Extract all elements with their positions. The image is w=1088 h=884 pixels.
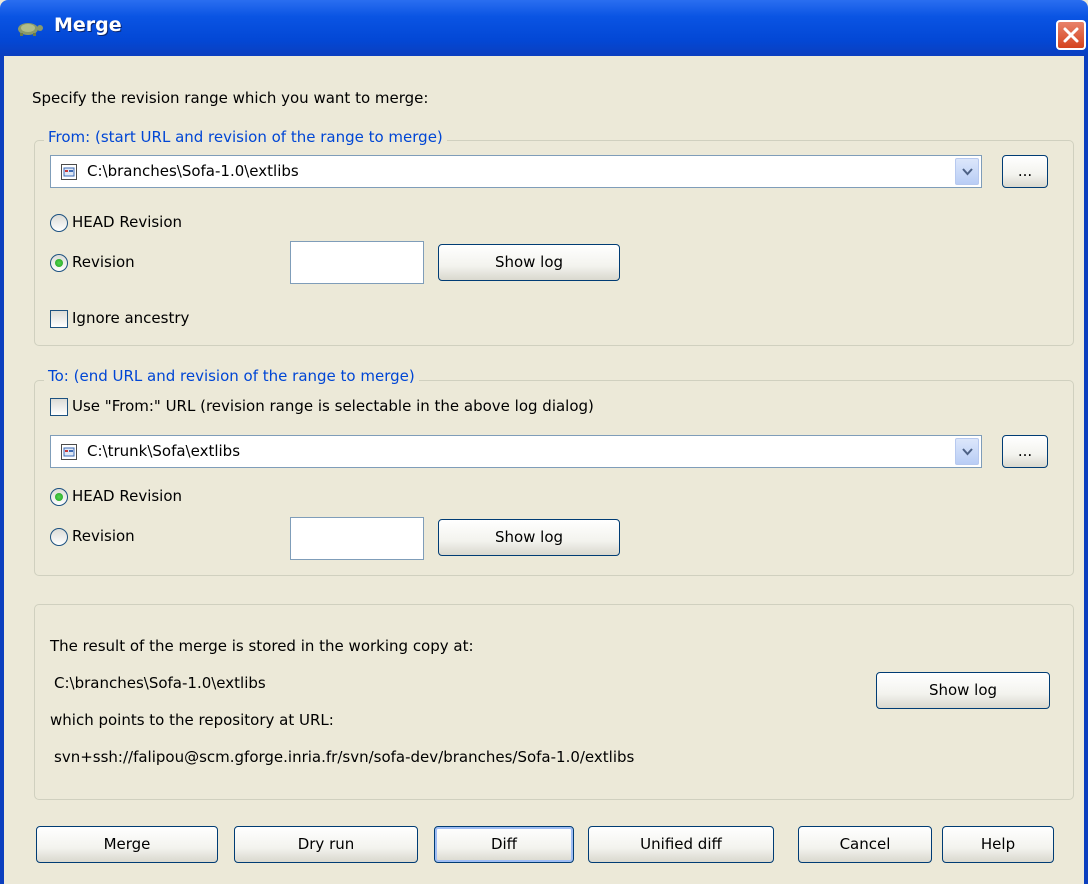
- chevron-down-icon: [962, 168, 973, 176]
- working-copy-path: C:\branches\Sofa-1.0\extlibs: [54, 674, 266, 692]
- to-head-label[interactable]: HEAD Revision: [72, 487, 182, 505]
- close-icon: [1063, 27, 1079, 43]
- from-revision-radio[interactable]: [50, 254, 68, 272]
- from-head-label[interactable]: HEAD Revision: [72, 213, 182, 231]
- to-url-value: C:\trunk\Sofa\extlibs: [87, 442, 241, 460]
- radio-selected-dot: [55, 259, 63, 267]
- result-points-text: which points to the repository at URL:: [50, 711, 334, 729]
- close-button[interactable]: [1056, 20, 1086, 50]
- help-button[interactable]: Help: [942, 826, 1054, 863]
- from-url-combobox[interactable]: C:\branches\Sofa-1.0\extlibs: [50, 155, 982, 188]
- from-revision-input[interactable]: [290, 241, 424, 284]
- window-frame-left: [0, 56, 4, 884]
- use-from-url-label[interactable]: Use "From:" URL (revision range is selec…: [72, 397, 594, 415]
- merge-dialog: Merge Specify the revision range which y…: [0, 0, 1088, 884]
- to-head-radio[interactable]: [50, 488, 68, 506]
- to-revision-radio[interactable]: [50, 528, 68, 546]
- from-show-log-button[interactable]: Show log: [438, 244, 620, 281]
- intro-text: Specify the revision range which you wan…: [32, 89, 429, 107]
- from-url-dropdown-button[interactable]: [955, 158, 979, 185]
- radio-selected-dot: [55, 493, 63, 501]
- from-head-radio[interactable]: [50, 214, 68, 232]
- result-stored-text: The result of the merge is stored in the…: [50, 637, 474, 655]
- to-revision-input[interactable]: [290, 517, 424, 560]
- window-title: Merge: [54, 14, 122, 36]
- dry-run-button[interactable]: Dry run: [234, 826, 418, 863]
- tortoise-icon: [18, 23, 43, 36]
- to-url-dropdown-button[interactable]: [955, 438, 979, 465]
- cancel-button[interactable]: Cancel: [798, 826, 932, 863]
- from-revision-label[interactable]: Revision: [72, 253, 135, 271]
- use-from-url-checkbox[interactable]: [50, 398, 68, 416]
- to-show-log-button[interactable]: Show log: [438, 519, 620, 556]
- merge-button[interactable]: Merge: [36, 826, 218, 863]
- to-revision-label[interactable]: Revision: [72, 527, 135, 545]
- chevron-down-icon: [962, 448, 973, 456]
- unified-diff-button[interactable]: Unified diff: [588, 826, 774, 863]
- ignore-ancestry-checkbox[interactable]: [50, 310, 68, 328]
- from-url-value: C:\branches\Sofa-1.0\extlibs: [87, 162, 299, 180]
- to-browse-button[interactable]: ...: [1002, 435, 1048, 468]
- window-frame-right: [1084, 56, 1088, 884]
- from-browse-button[interactable]: ...: [1002, 155, 1048, 188]
- ignore-ancestry-label[interactable]: Ignore ancestry: [72, 309, 189, 327]
- to-group-legend: To: (end URL and revision of the range t…: [44, 367, 419, 385]
- result-show-log-button[interactable]: Show log: [876, 672, 1050, 709]
- repository-url: svn+ssh://falipou@scm.gforge.inria.fr/sv…: [54, 748, 635, 766]
- to-url-combobox[interactable]: C:\trunk\Sofa\extlibs: [50, 435, 982, 468]
- working-copy-icon: [61, 164, 77, 180]
- from-group-legend: From: (start URL and revision of the ran…: [44, 128, 447, 146]
- working-copy-icon: [61, 444, 77, 460]
- title-bar[interactable]: Merge: [0, 0, 1088, 56]
- diff-button[interactable]: Diff: [434, 826, 574, 863]
